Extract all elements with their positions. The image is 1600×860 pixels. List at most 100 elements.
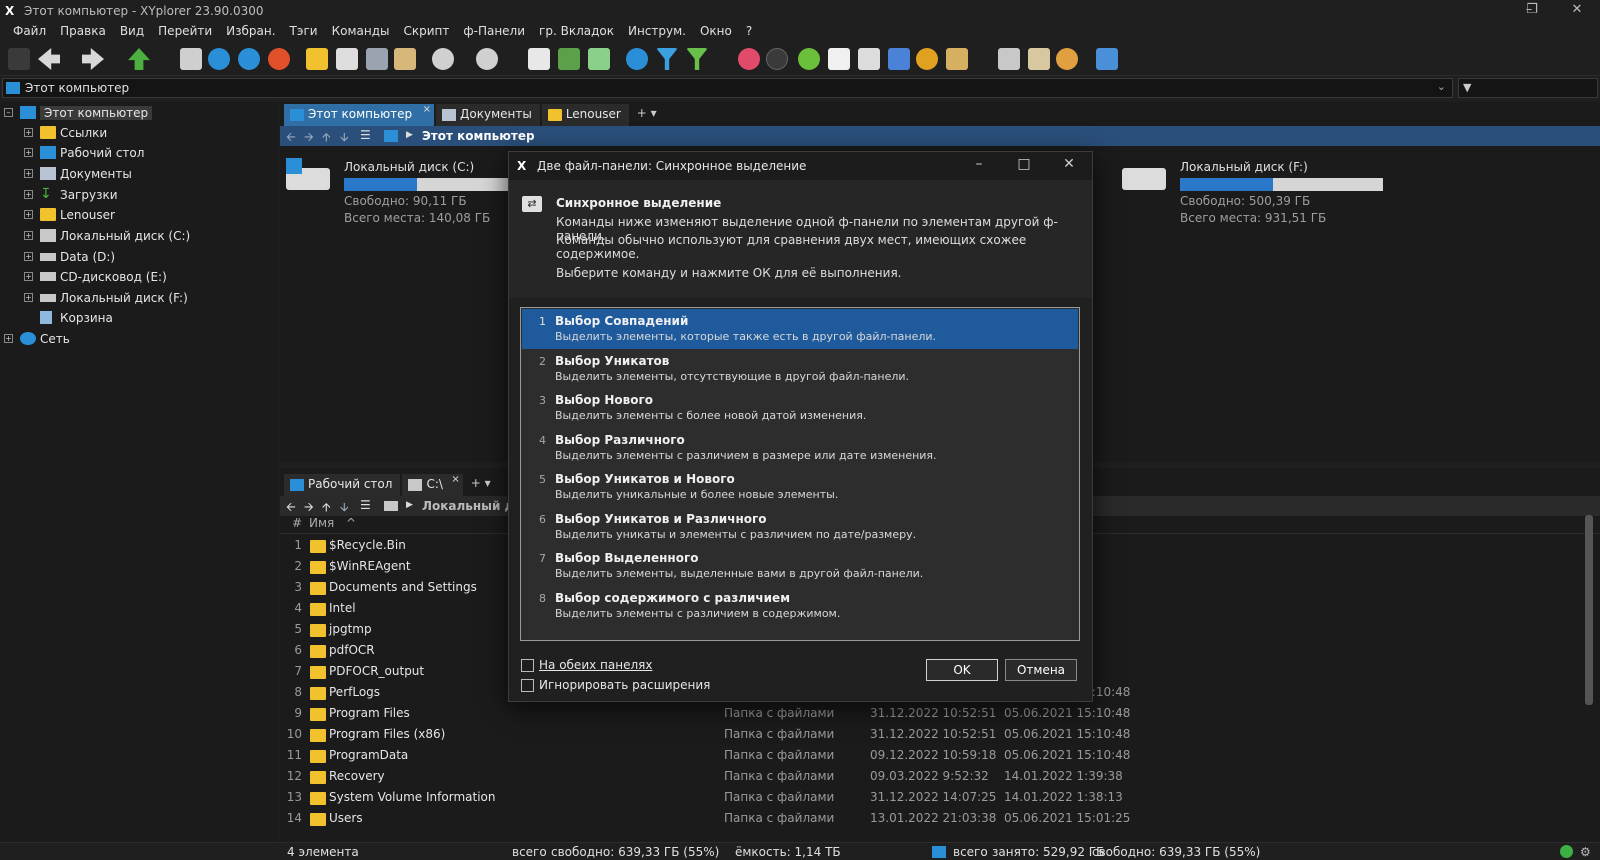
menu-tools[interactable]: Инструм. (621, 22, 693, 42)
command-item[interactable]: 1 Выбор Совпадений Выделить элементы, кото… (522, 309, 1078, 349)
ignore-extensions-checkbox[interactable] (521, 679, 534, 692)
brush-icon[interactable] (946, 48, 968, 70)
tree-item-this-pc[interactable]: – Этот компьютер (4, 104, 274, 124)
ok-button[interactable]: OK (926, 659, 998, 681)
command-item[interactable]: 2 Выбор Уникатов Выделить элементы, отсутс… (522, 349, 1078, 389)
back-icon[interactable]: 🡨 (286, 128, 296, 149)
table-row[interactable]: 10 Program Files (x86) Папка с файлами 31.1… (280, 727, 1580, 748)
expand-icon[interactable]: + (24, 128, 33, 137)
menu-script[interactable]: Скрипт (396, 22, 456, 42)
close-tab-icon[interactable]: × (423, 104, 431, 115)
command-item[interactable]: 6 Выбор Уникатов и Различного Выделить уни… (522, 507, 1078, 547)
columns-icon[interactable] (888, 48, 910, 70)
forward-icon[interactable]: 🡪 (304, 128, 314, 149)
expand-icon[interactable]: + (24, 148, 33, 157)
menu-favorites[interactable]: Избран. (219, 22, 282, 42)
tab-c-drive[interactable]: C:\ × (402, 474, 463, 496)
drive-tile-f[interactable]: Локальный диск (F:) Свободно: 500,39 ГБ … (1122, 160, 1402, 230)
cut-icon[interactable] (366, 48, 388, 70)
tab-desktop[interactable]: Рабочий стол (284, 474, 401, 496)
table-row[interactable]: 11 ProgramData Папка с файлами 09.12.2022 1… (280, 748, 1580, 769)
go-icon[interactable] (268, 48, 290, 70)
grid-icon[interactable] (828, 48, 850, 70)
menu-toggle-icon[interactable] (8, 48, 30, 70)
filter-green-icon[interactable] (686, 48, 708, 70)
font-icon[interactable] (528, 48, 550, 70)
computer-icon[interactable] (180, 48, 202, 70)
breadcrumb[interactable]: Этот компьютер (422, 129, 535, 143)
close-tab-icon[interactable]: × (451, 474, 459, 485)
menu-panes[interactable]: ф-Панели (456, 22, 532, 42)
expand-icon[interactable]: + (24, 169, 33, 178)
menu-view[interactable]: Вид (113, 22, 151, 42)
tree-view-icon[interactable] (558, 48, 580, 70)
expand-icon[interactable]: + (24, 190, 33, 199)
dialog-maximize-button[interactable]: □ (1009, 156, 1039, 176)
expand-icon[interactable]: + (24, 210, 33, 219)
stop-icon[interactable] (1056, 48, 1078, 70)
down-icon[interactable]: 🡫 (340, 128, 349, 149)
undo-icon[interactable] (432, 48, 454, 70)
chevron-down-icon[interactable]: ⌄ (1437, 80, 1446, 93)
column-name[interactable]: Имя (309, 516, 334, 530)
address-input[interactable]: Этот компьютер (25, 81, 129, 95)
checkbox-icon[interactable] (588, 48, 610, 70)
menu-tags[interactable]: Тэги (283, 22, 325, 42)
tab-this-pc[interactable]: Этот компьютер × (284, 104, 434, 126)
up-icon[interactable] (128, 48, 150, 70)
table-row[interactable]: 13 System Volume Information Папка с файла… (280, 790, 1580, 811)
tab-lenouser[interactable]: Lenouser (541, 104, 629, 126)
maximize-button[interactable]: ❐ (1509, 0, 1555, 22)
up-icon[interactable]: 🡩 (322, 128, 331, 149)
menu-edit[interactable]: Правка (53, 22, 113, 42)
dialog-close-button[interactable]: ✕ (1054, 156, 1084, 176)
both-panes-checkbox[interactable] (521, 659, 534, 672)
command-list[interactable]: 1 Выбор Совпадений Выделить элементы, кото… (520, 307, 1080, 641)
search-icon[interactable] (626, 48, 648, 70)
expand-icon[interactable]: + (24, 231, 33, 240)
menu-window[interactable]: Окно (693, 22, 739, 42)
vertical-scrollbar[interactable] (1585, 515, 1593, 705)
tree-icon[interactable] (798, 48, 820, 70)
menu-file[interactable]: Файл (6, 22, 53, 42)
both-panes-label[interactable]: На обеих панелях (539, 658, 652, 672)
expand-icon[interactable]: + (24, 293, 33, 302)
find-icon[interactable] (238, 48, 260, 70)
copy-icon[interactable] (336, 48, 358, 70)
configuration-icon[interactable] (1096, 48, 1118, 70)
calculator-icon[interactable] (858, 48, 880, 70)
menu-tabsets[interactable]: гр. Вкладок (532, 22, 621, 42)
list-icon[interactable]: ☰ (360, 128, 371, 142)
address-bar[interactable]: Этот компьютер ⌄ (2, 78, 1453, 98)
list-icon[interactable]: ☰ (360, 498, 371, 512)
tab-documents[interactable]: Документы (436, 104, 540, 126)
dual-pane-icon[interactable] (998, 48, 1020, 70)
command-item[interactable]: 4 Выбор Различного Выделить элементы с раз… (522, 428, 1078, 468)
live-filter-box[interactable]: ▼ (1458, 78, 1598, 98)
filter-icon[interactable] (656, 48, 678, 70)
close-button[interactable]: ✕ (1554, 0, 1600, 22)
menu-commands[interactable]: Команды (325, 22, 397, 42)
spiral-icon[interactable] (738, 48, 760, 70)
back-icon[interactable] (38, 48, 60, 70)
moon-icon[interactable] (766, 48, 788, 70)
info-panel-icon[interactable] (1028, 48, 1050, 70)
colors-icon[interactable] (916, 48, 938, 70)
redo-icon[interactable] (476, 48, 498, 70)
collapse-icon[interactable]: – (4, 108, 13, 117)
expand-icon[interactable]: + (24, 272, 33, 281)
settings-icon[interactable]: ⚙ (1580, 845, 1591, 859)
new-tab-button[interactable]: + ▾ (631, 104, 663, 126)
ignore-extensions-label[interactable]: Игнорировать расширения (539, 678, 710, 692)
expand-icon[interactable]: + (24, 252, 33, 261)
cancel-button[interactable]: Отмена (1005, 659, 1077, 681)
command-item[interactable]: 7 Выбор Выделенного Выделить элементы, выд… (522, 546, 1078, 586)
breadcrumb[interactable]: Локальный д (422, 499, 514, 513)
command-item[interactable]: 5 Выбор Уникатов и Нового Выделить уникаль… (522, 467, 1078, 507)
paste-icon[interactable] (394, 48, 416, 70)
menu-go[interactable]: Перейти (151, 22, 219, 42)
menu-help[interactable]: ? (739, 22, 759, 42)
command-item[interactable]: 8 Выбор содержимого с различием Выделить э… (522, 586, 1078, 626)
new-folder-icon[interactable] (306, 48, 328, 70)
table-row[interactable]: 9 Program Files Папка с файлами 31.12.2022 … (280, 706, 1580, 727)
